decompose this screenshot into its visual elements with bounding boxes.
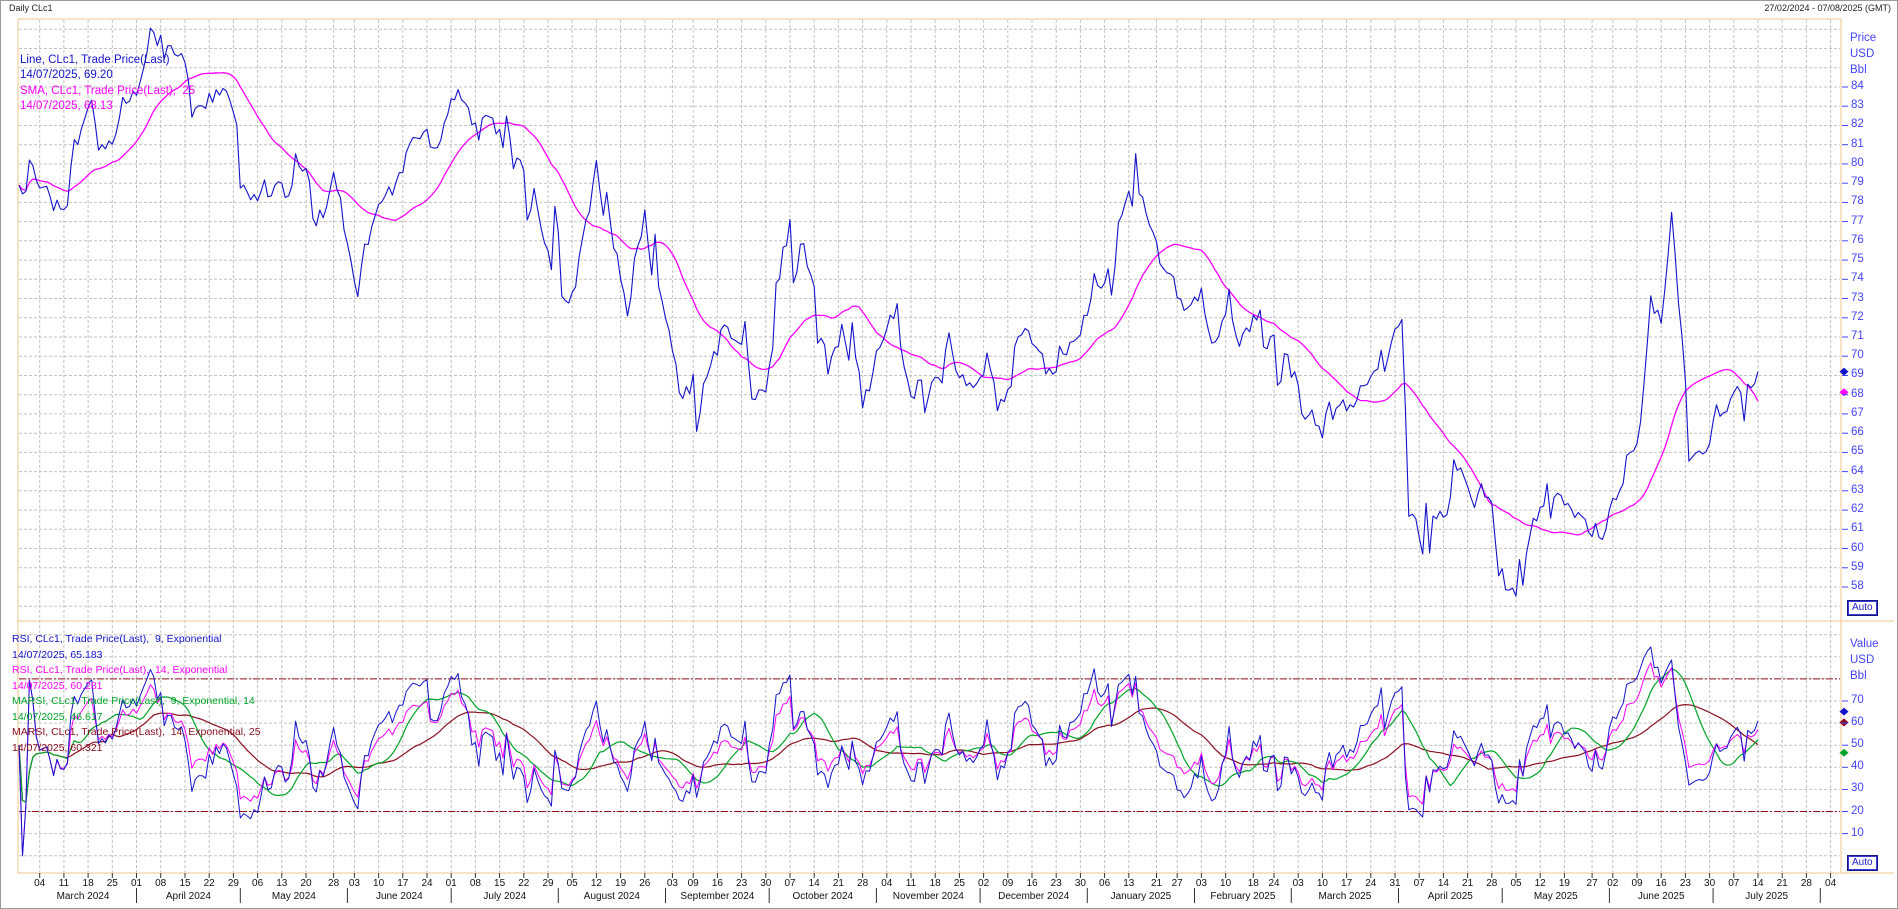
- legend-line: RSI, CLc1, Trade Price(Last), 9, Exponen…: [12, 632, 261, 648]
- price-axis-unit2: Bbl: [1850, 64, 1867, 76]
- price-axis-title: Price: [1850, 32, 1876, 44]
- chart-window: Daily CLc1 27/02/2024 - 07/08/2025 (GMT)…: [0, 0, 1898, 909]
- legend-line: 14/07/2025, 69.20: [20, 68, 195, 83]
- price-pane-border: [18, 19, 1841, 621]
- value-axis-unit: USD: [1850, 654, 1874, 666]
- legend-line: MARSI, CLc1, Trade Price(Last), 14, Expo…: [12, 725, 261, 741]
- legend-line: SMA, CLc1, Trade Price(Last), 25: [20, 84, 195, 99]
- chart-plot-area[interactable]: [1, 1, 1898, 909]
- price-axis-auto-button[interactable]: Auto: [1848, 601, 1877, 615]
- value-axis-auto-button[interactable]: Auto: [1848, 856, 1877, 870]
- legend-line: 14/07/2025, 46.617: [12, 710, 261, 726]
- legend-line: 14/07/2025, 68.13: [20, 99, 195, 114]
- value-axis-unit2: Bbl: [1850, 670, 1867, 682]
- legend-line: Line, CLc1, Trade Price(Last): [20, 53, 195, 68]
- legend-line: RSI, CLc1, Trade Price(Last), 14, Expone…: [12, 663, 261, 679]
- rsi-pane-border: [18, 621, 1841, 873]
- sma-25-line: [19, 73, 1758, 535]
- price-line: [19, 28, 1758, 596]
- rsi-pane-legend: RSI, CLc1, Trade Price(Last), 9, Exponen…: [12, 632, 261, 756]
- rsi-14-line: [19, 663, 1758, 856]
- price-pane-legend: Line, CLc1, Trade Price(Last)14/07/2025,…: [20, 53, 195, 115]
- value-axis-title: Value: [1850, 638, 1879, 650]
- legend-line: 14/07/2025, 60.321: [12, 741, 261, 757]
- legend-line: 14/07/2025, 65.183: [12, 648, 261, 664]
- price-axis-unit: USD: [1850, 48, 1874, 60]
- rsi-9-line: [19, 647, 1758, 856]
- legend-line: MARSI, CLc1, Trade Price(Last), 9, Expon…: [12, 694, 261, 710]
- legend-line: 14/07/2025, 60.281: [12, 679, 261, 695]
